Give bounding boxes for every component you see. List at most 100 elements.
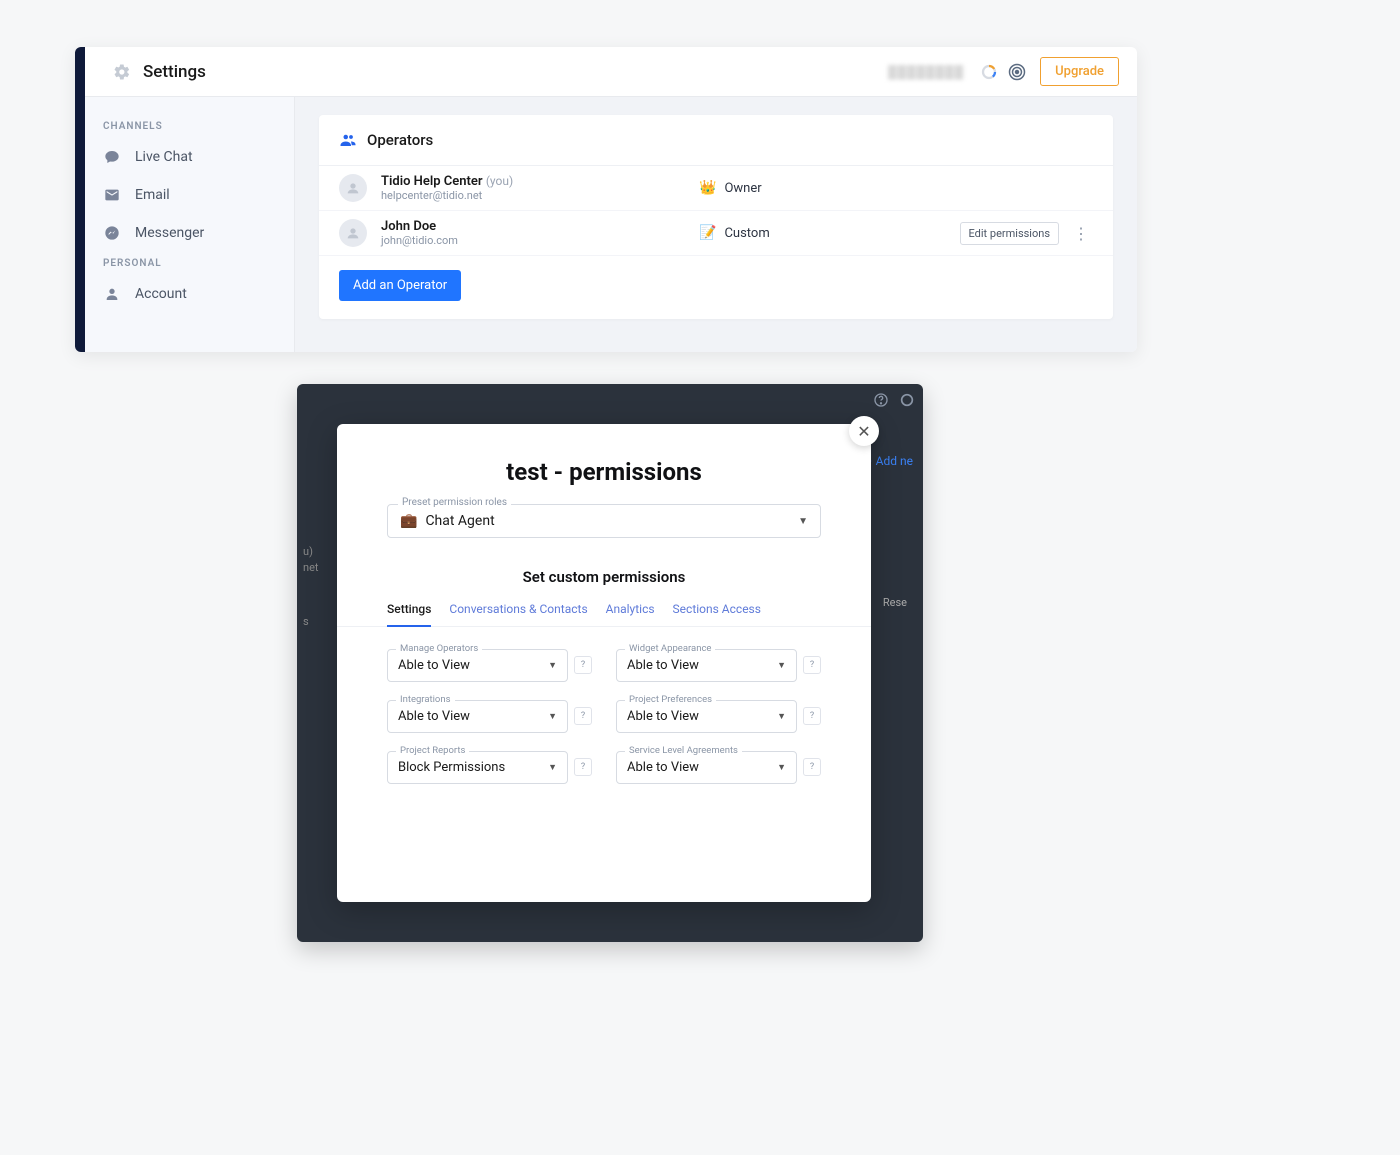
- help-icon[interactable]: ?: [803, 758, 821, 776]
- account-blurred-text: ████████: [888, 65, 964, 79]
- caret-down-icon: ▼: [548, 711, 557, 722]
- perm-sla-select[interactable]: Service Level Agreements Able to View ▼: [616, 751, 797, 784]
- gear-icon: [113, 63, 131, 81]
- usage-ring-icon[interactable]: [978, 61, 1000, 83]
- perm-value: Able to View: [627, 658, 699, 673]
- broadcast-icon[interactable]: [1006, 61, 1028, 83]
- operators-card: Operators Tidio Help Center (you) helpce…: [319, 115, 1113, 319]
- settings-body: CHANNELS Live Chat Email Messenger PERSO…: [85, 97, 1137, 352]
- usage-mini-icon: [899, 392, 915, 408]
- perm-label: Project Reports: [396, 745, 469, 756]
- help-icon[interactable]: ?: [574, 707, 592, 725]
- add-operator-button[interactable]: Add an Operator: [339, 270, 461, 301]
- operator-row: Tidio Help Center (you) helpcenter@tidio…: [319, 166, 1113, 211]
- perm-manage-operators-select[interactable]: Manage Operators Able to View ▼: [387, 649, 568, 682]
- operator-info: John Doe john@tidio.com: [381, 219, 458, 247]
- operator-name: Tidio Help Center: [381, 174, 483, 189]
- add-new-text: Add ne: [876, 454, 913, 468]
- perm-value: Able to View: [627, 760, 699, 775]
- backdrop-add-new: + Add ne: [865, 454, 913, 468]
- perm-value: Block Permissions: [398, 760, 505, 775]
- permissions-grid: Manage Operators Able to View ▼ ? Widget…: [337, 627, 871, 784]
- perm-integrations-select[interactable]: Integrations Able to View ▼: [387, 700, 568, 733]
- bg-text: s: [303, 614, 319, 630]
- caret-down-icon: ▼: [798, 516, 808, 527]
- email-icon: [103, 186, 121, 204]
- operator-actions: Edit permissions ⋮: [960, 222, 1093, 245]
- sidebar-item-messenger[interactable]: Messenger: [85, 214, 294, 252]
- operators-title: Operators: [367, 131, 433, 149]
- operators-header: Operators: [319, 115, 1113, 166]
- perm-project-preferences-select[interactable]: Project Preferences Able to View ▼: [616, 700, 797, 733]
- perm-project-reports-select[interactable]: Project Reports Block Permissions ▼: [387, 751, 568, 784]
- close-button[interactable]: ✕: [849, 416, 879, 446]
- role-label: Custom: [724, 226, 769, 241]
- page-title: Settings: [143, 62, 206, 82]
- backdrop-top-icons: [873, 392, 915, 408]
- sidebar-item-email[interactable]: Email: [85, 176, 294, 214]
- permissions-tabs: Settings Conversations & Contacts Analyt…: [337, 596, 871, 627]
- tab-settings[interactable]: Settings: [387, 596, 431, 626]
- operator-info: Tidio Help Center (you) helpcenter@tidio…: [381, 174, 513, 202]
- crown-icon: 👑: [699, 180, 716, 196]
- person-icon: [103, 285, 121, 303]
- sidebar-item-label: Account: [135, 286, 187, 302]
- operator-row: John Doe john@tidio.com 📝 Custom Edit pe…: [319, 211, 1113, 256]
- perm-label: Service Level Agreements: [625, 745, 742, 756]
- perm-label: Integrations: [396, 694, 455, 705]
- messenger-icon: [103, 224, 121, 242]
- caret-down-icon: ▼: [777, 762, 786, 773]
- avatar: [339, 174, 367, 202]
- sidebar-item-label: Live Chat: [135, 149, 193, 165]
- operator-email: john@tidio.com: [381, 234, 458, 247]
- settings-panel: Settings ████████ Upgrade CHANNELS Live …: [75, 47, 1137, 352]
- operator-name: John Doe: [381, 219, 436, 234]
- perm-label: Widget Appearance: [625, 643, 715, 654]
- people-icon: [339, 131, 357, 149]
- close-icon: ✕: [857, 422, 870, 441]
- operator-role: 👑 Owner: [699, 180, 762, 196]
- accent-stripe: [75, 47, 85, 352]
- operator-role: 📝 Custom: [699, 225, 770, 241]
- preset-role-select[interactable]: Preset permission roles 💼 Chat Agent ▼: [387, 504, 821, 538]
- bg-text: u): [303, 544, 319, 560]
- edit-icon: 📝: [699, 225, 716, 241]
- perm-value: Able to View: [398, 658, 470, 673]
- sidebar-item-label: Messenger: [135, 225, 204, 241]
- perm-value: Able to View: [398, 709, 470, 724]
- backdrop-left-text: u) net s: [303, 544, 319, 630]
- help-icon[interactable]: ?: [803, 707, 821, 725]
- help-icon[interactable]: ?: [574, 656, 592, 674]
- preset-value: Chat Agent: [425, 513, 494, 529]
- upgrade-button[interactable]: Upgrade: [1040, 57, 1119, 86]
- help-circle-icon: [873, 392, 889, 408]
- chat-bubble-icon: [103, 148, 121, 166]
- you-tag: (you): [486, 174, 513, 188]
- caret-down-icon: ▼: [777, 711, 786, 722]
- tab-conversations[interactable]: Conversations & Contacts: [449, 596, 587, 626]
- caret-down-icon: ▼: [548, 762, 557, 773]
- caret-down-icon: ▼: [777, 660, 786, 671]
- role-label: Owner: [724, 181, 761, 196]
- perm-widget-appearance-select[interactable]: Widget Appearance Able to View ▼: [616, 649, 797, 682]
- sidebar-item-account[interactable]: Account: [85, 275, 294, 313]
- briefcase-icon: 💼: [400, 513, 417, 529]
- operator-email: helpcenter@tidio.net: [381, 189, 513, 202]
- sidebar-item-live-chat[interactable]: Live Chat: [85, 138, 294, 176]
- modal-backdrop-screenshot: + Add ne u) net s Rese ✕ test - permissi…: [297, 384, 923, 942]
- help-icon[interactable]: ?: [803, 656, 821, 674]
- bg-text: net: [303, 560, 319, 576]
- avatar: [339, 219, 367, 247]
- preset-legend: Preset permission roles: [398, 497, 511, 508]
- main-area: Operators Tidio Help Center (you) helpce…: [295, 97, 1137, 352]
- tab-analytics[interactable]: Analytics: [606, 596, 655, 626]
- permissions-modal: ✕ test - permissions Preset permission r…: [337, 424, 871, 902]
- edit-permissions-button[interactable]: Edit permissions: [960, 222, 1059, 245]
- perm-label: Manage Operators: [396, 643, 482, 654]
- sidebar: CHANNELS Live Chat Email Messenger PERSO…: [85, 97, 295, 352]
- kebab-icon[interactable]: ⋮: [1069, 224, 1093, 243]
- tab-sections-access[interactable]: Sections Access: [673, 596, 761, 626]
- top-bar: Settings ████████ Upgrade: [85, 47, 1137, 97]
- help-icon[interactable]: ?: [574, 758, 592, 776]
- sidebar-section-channels: CHANNELS: [85, 115, 294, 138]
